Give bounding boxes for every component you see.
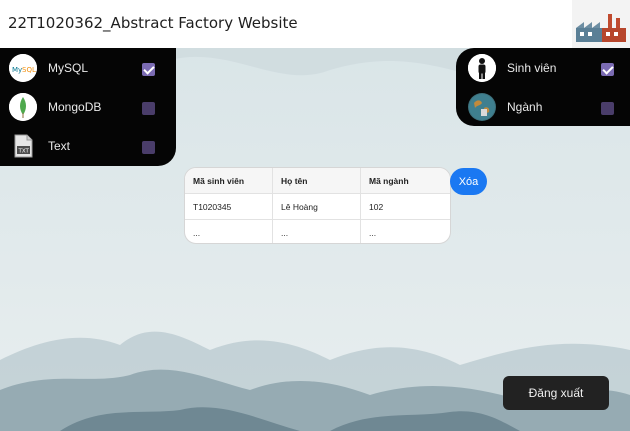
data-source-label: MySQL xyxy=(48,61,89,75)
factory-icon xyxy=(572,0,630,48)
logout-button[interactable]: Đăng xuất xyxy=(503,376,609,410)
sinh-vien-checkbox[interactable] xyxy=(601,63,614,76)
entity-label: Sinh viên xyxy=(507,61,557,75)
page-title: 22T1020362_Abstract Factory Website xyxy=(8,14,298,32)
mongodb-checkbox[interactable] xyxy=(142,102,155,115)
mysql-icon: My SQL xyxy=(9,54,37,82)
person-icon xyxy=(468,54,496,82)
globe-icon xyxy=(468,93,496,121)
table-row[interactable]: ... ... ... xyxy=(185,219,450,243)
svg-text:SQL: SQL xyxy=(22,66,36,74)
table-cell: ... xyxy=(272,219,361,243)
delete-button[interactable]: Xóa xyxy=(450,168,487,195)
table-cell: ... xyxy=(369,227,377,238)
table-cell: 102 xyxy=(360,193,450,220)
nganh-checkbox[interactable] xyxy=(601,102,614,115)
table-cell: T1020345 xyxy=(185,193,273,220)
mongodb-icon xyxy=(9,93,37,121)
mysql-checkbox[interactable] xyxy=(142,63,155,76)
entity-panel: Sinh viên Ngành xyxy=(456,48,630,126)
data-source-label: Text xyxy=(48,139,71,153)
data-source-mysql[interactable]: My SQL MySQL xyxy=(0,50,176,86)
table-row[interactable]: T1020345 Lê Hoàng 102 xyxy=(185,193,450,220)
column-header: Họ tên xyxy=(272,168,361,194)
data-source-label: MongoDB xyxy=(48,100,102,114)
entity-sinh-vien[interactable]: Sinh viên xyxy=(456,50,630,86)
column-header: Mã ngành xyxy=(360,168,450,194)
data-source-panel: My SQL MySQL MongoDB TXT Text xyxy=(0,48,176,166)
text-checkbox[interactable] xyxy=(142,141,155,154)
data-source-text[interactable]: TXT Text xyxy=(0,128,176,164)
entity-nganh[interactable]: Ngành xyxy=(456,89,630,125)
svg-text:TXT: TXT xyxy=(18,149,30,155)
column-header: Mã sinh viên xyxy=(185,168,273,194)
table-cell: Lê Hoàng xyxy=(272,193,361,220)
table-header-row: Mã sinh viên Họ tên Mã ngành xyxy=(185,168,450,194)
app-header: 22T1020362_Abstract Factory Website xyxy=(0,0,630,48)
txt-file-icon: TXT xyxy=(9,132,37,160)
svg-text:My: My xyxy=(12,66,22,74)
data-source-mongodb[interactable]: MongoDB xyxy=(0,89,176,125)
table-cell: ... xyxy=(185,219,273,243)
entity-label: Ngành xyxy=(507,100,543,114)
student-table: Mã sinh viên Họ tên Mã ngành T1020345 Lê… xyxy=(184,167,451,244)
